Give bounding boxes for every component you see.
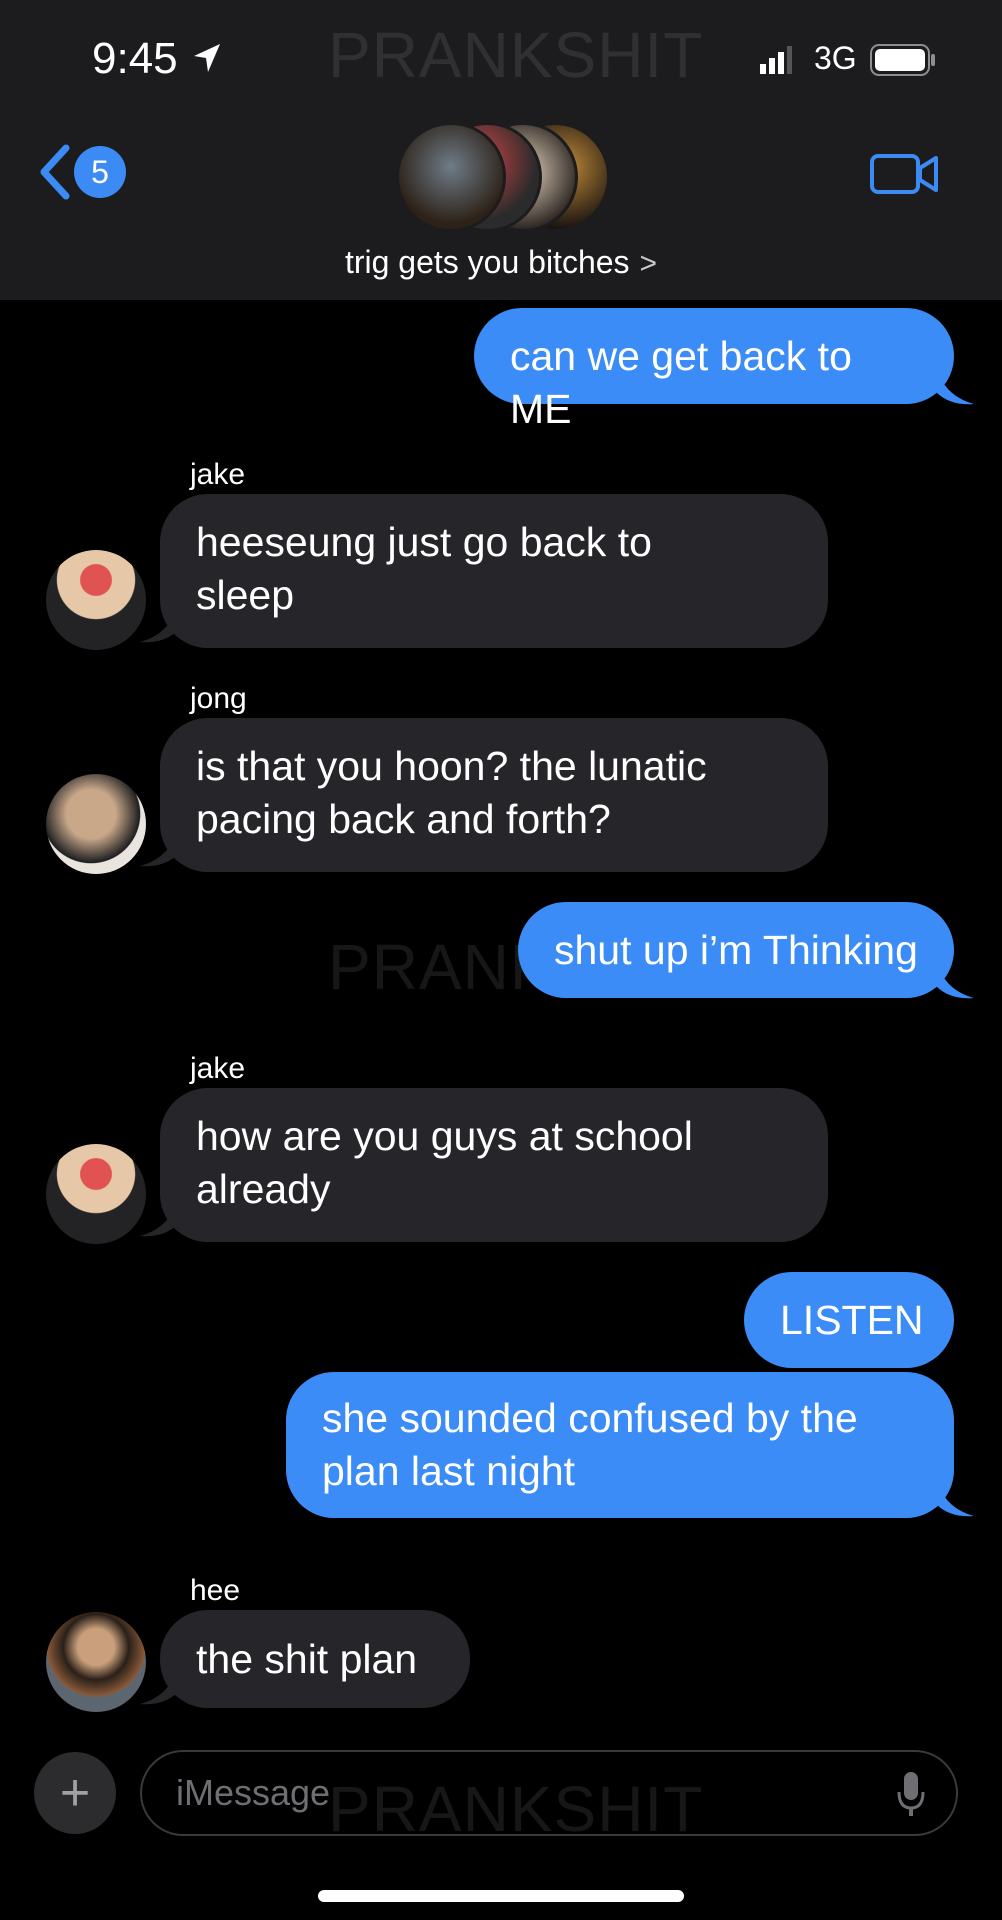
message-bubble-outgoing[interactable]: shut up i’m Thinking <box>518 902 954 998</box>
avatar-jong[interactable] <box>46 774 146 874</box>
sender-name: jong <box>190 682 247 715</box>
video-camera-icon[interactable] <box>870 150 938 198</box>
chat-title[interactable]: trig gets you bitches > <box>0 244 1002 281</box>
message-line: heeseung just go back to <box>196 519 652 565</box>
message-text: LISTEN <box>780 1297 924 1343</box>
message-bubble-incoming[interactable]: is that you hoon? the lunatic pacing bac… <box>160 718 828 872</box>
message-text: shut up i’m Thinking <box>554 927 918 973</box>
avatar-hee[interactable] <box>46 1612 146 1712</box>
message-bubble-outgoing[interactable]: can we get back to ME <box>474 308 954 432</box>
avatar-jake[interactable] <box>46 550 146 650</box>
message-bubble-outgoing[interactable]: she sounded confused by the plan last ni… <box>286 1372 954 1518</box>
bubble-tail <box>936 366 974 405</box>
network-type: 3G <box>814 40 857 76</box>
cellular-signal-icon <box>760 46 792 74</box>
status-time: 9:45 <box>92 34 178 83</box>
message-text: can we get back to ME <box>510 333 852 432</box>
location-arrow-icon <box>194 44 220 72</box>
message-line: plan last night <box>322 1448 576 1494</box>
message-line: is that you hoon? the lunatic <box>196 743 707 789</box>
watermark-bottom: PRANKSHIT <box>328 1773 704 1845</box>
chat-title-text: trig gets you bitches <box>344 244 630 280</box>
message-line: pacing back and forth? <box>196 796 611 842</box>
avatar-jake[interactable] <box>46 1144 146 1244</box>
group-avatar-1 <box>396 122 506 232</box>
message-bubble-outgoing[interactable]: LISTEN <box>744 1272 954 1368</box>
message-bubble-incoming[interactable]: how are you guys at school already <box>160 1088 828 1242</box>
message-line: how are you guys at school <box>196 1113 693 1159</box>
microphone-icon[interactable] <box>896 1770 926 1818</box>
home-indicator[interactable] <box>318 1890 684 1902</box>
chevron-right-icon: > <box>639 247 658 280</box>
sender-name: jake <box>190 458 246 491</box>
bubble-tail <box>936 960 974 999</box>
back-chevron-icon[interactable] <box>36 140 76 204</box>
bubble-tail <box>936 1478 974 1517</box>
sender-name: hee <box>190 1574 241 1607</box>
message-text: the shit plan <box>196 1636 418 1682</box>
message-line: already <box>196 1166 331 1212</box>
group-avatar-stack[interactable] <box>396 122 610 232</box>
plus-icon: + <box>59 1764 91 1822</box>
message-input-placeholder: iMessage <box>176 1772 331 1813</box>
unread-count-badge[interactable]: 5 <box>74 146 126 198</box>
sender-name: jake <box>190 1052 246 1085</box>
battery-icon <box>870 44 935 76</box>
add-attachment-button[interactable]: + <box>34 1752 116 1834</box>
message-bubble-incoming[interactable]: heeseung just go back to sleep <box>160 494 828 648</box>
message-line: sleep <box>196 572 295 618</box>
message-bubble-incoming[interactable]: the shit plan <box>160 1610 470 1708</box>
message-line: she sounded confused by the <box>322 1395 858 1441</box>
watermark-top: PRANKSHIT <box>328 19 704 91</box>
